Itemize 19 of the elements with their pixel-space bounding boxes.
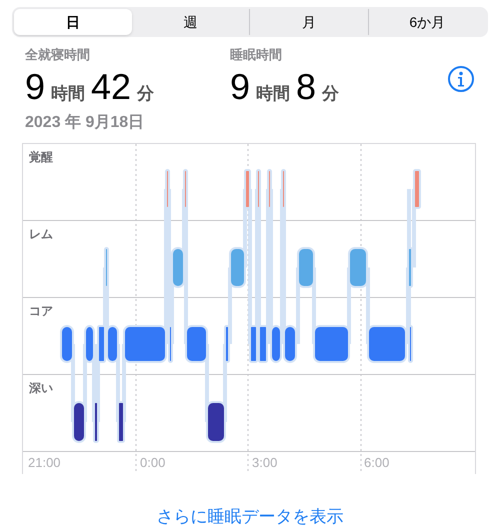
stat-value: 9 時間 42 分 [25,64,156,108]
stat-label: 全就寝時間 [25,46,91,64]
tab[interactable]: 週 [132,9,249,35]
stage-label: レム [29,226,53,242]
stat-value: 9 時間 8 分 [230,64,340,108]
stage-label: 深い [29,380,53,396]
date-label: 2023 年 9月18日 [24,112,146,132]
tab[interactable]: 6か月 [368,9,486,35]
more-sleep-data-link[interactable]: さらに睡眠データを表示 [156,504,344,529]
time-label: 0:00 [140,454,166,472]
info-icon[interactable] [447,65,475,93]
stat-label: 睡眠時間 [230,46,283,64]
time-label: 21:00 [28,454,61,472]
tab[interactable]: 月 [249,9,368,35]
stage-label: 覚醒 [29,148,53,166]
time-label: 6:00 [364,454,390,472]
tab[interactable]: 日 [14,9,132,35]
stage-label: コア [29,302,53,320]
time-label: 3:00 [252,454,278,472]
